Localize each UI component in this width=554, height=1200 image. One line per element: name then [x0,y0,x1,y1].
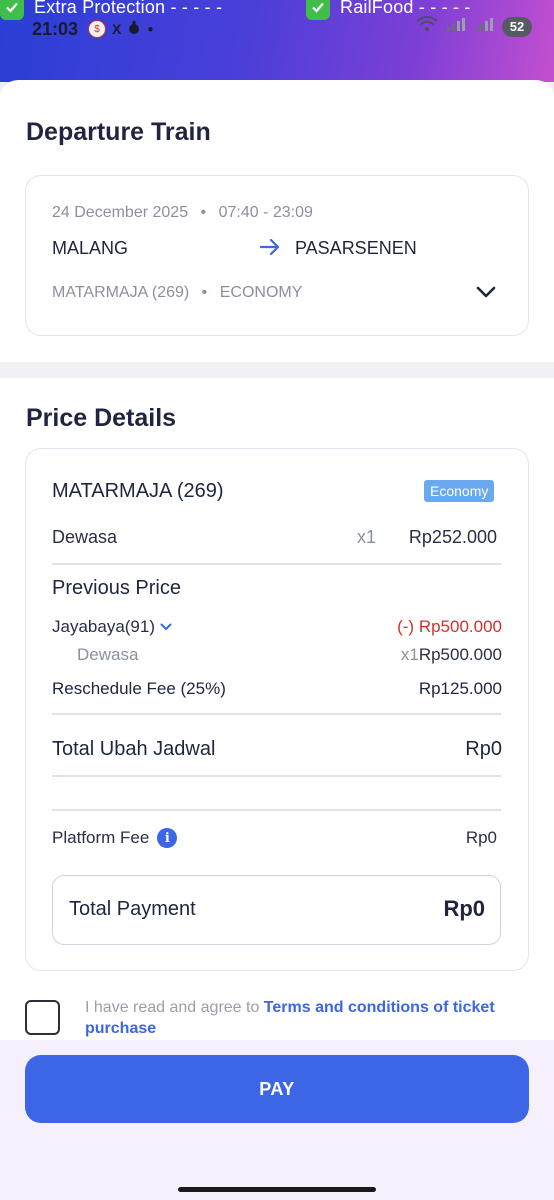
total-payment-amount: Rp0 [443,896,485,921]
pay-button[interactable]: PAY [25,1055,529,1123]
agreement-checkbox[interactable] [25,1000,60,1035]
departure-title: Departure Train [26,118,211,146]
agreement-label: I have read and agree to [85,999,264,1016]
divider [52,563,501,565]
total-payment-box: Total Payment Rp0 [52,875,501,945]
wifi-icon [416,16,438,37]
previous-amount: (-) Rp500.000 [397,617,502,636]
signal-icon [474,16,494,37]
signal-icon [446,16,466,37]
departure-date: 24 December 2025 [52,204,189,221]
previous-passenger-price: Rp500.000 [418,645,502,664]
more-dot-icon: ● [147,23,154,35]
chevron-down-icon [160,617,172,637]
chevron-down-icon[interactable] [475,284,497,305]
departure-card[interactable]: 24 December 2025 • 07:40 - 23:09 MALANG … [25,175,529,336]
reschedule-fee-label: Reschedule Fee (25%) [52,679,226,698]
departure-date-row: 24 December 2025 • 07:40 - 23:09 [52,204,313,222]
platform-fee-amount: Rp0 [465,828,497,847]
previous-train-toggle[interactable]: Jayabaya(91) [52,617,172,637]
platform-fee-label: Platform Fee [52,828,150,847]
departure-time-range: 07:40 - 23:09 [218,204,313,221]
notification-icons: $ X ● [88,20,153,39]
total-change-amount: Rp0 [465,738,502,760]
previous-price-title: Previous Price [52,577,181,599]
platform-fee-row: Platform Fee i [52,828,178,848]
battery-indicator: 52 [502,16,532,37]
agreement-text: I have read and agree to Terms and condi… [85,997,535,1039]
passenger-price: Rp252.000 [408,527,497,547]
current-train-name: MATARMAJA (269) [52,480,224,502]
passenger-qty: x1 [357,527,377,547]
previous-passenger-row: x1Rp500.000 [401,645,502,665]
previous-passenger-label: Dewasa [77,645,139,664]
app-notification-icon [127,20,141,39]
info-icon[interactable]: i [157,828,178,848]
banner-label: Extra Protection - - - - - [34,0,223,17]
train-info-row: MATARMAJA (269) • ECONOMY [52,284,302,302]
section-separator [0,362,554,378]
status-bar: 21:03 $ X ● 52 [32,16,532,42]
separator-dot: • [201,284,208,301]
previous-passenger-qty: x1 [400,645,419,664]
divider [52,775,501,777]
total-payment-label: Total Payment [69,898,196,920]
check-icon [0,0,24,20]
separator-dot: • [200,204,207,221]
class-badge: Economy [424,480,495,502]
divider [52,713,501,715]
train-class: ECONOMY [219,284,303,301]
x-app-icon: X [112,21,122,37]
previous-train-name: Jayabaya(91) [52,617,156,636]
banner-label: RailFood - - - - - [340,0,471,17]
system-icons: 52 [416,16,532,37]
train-name: MATARMAJA (269) [52,284,190,301]
passenger-label: Dewasa [52,527,118,547]
reschedule-fee-amount: Rp125.000 [418,679,502,698]
clock: 21:03 [32,18,79,39]
total-change-label: Total Ubah Jadwal [52,738,216,760]
arrow-right-icon [259,236,281,263]
price-details-title: Price Details [26,404,177,432]
destination-station: PASARSENEN [295,238,417,258]
price-details-card: MATARMAJA (269) Economy Dewasa x1 Rp252.… [25,448,529,971]
divider [52,809,501,811]
origin-station: MALANG [52,238,129,258]
app-notification-icon: $ [88,20,107,38]
home-indicator[interactable] [178,1187,376,1192]
